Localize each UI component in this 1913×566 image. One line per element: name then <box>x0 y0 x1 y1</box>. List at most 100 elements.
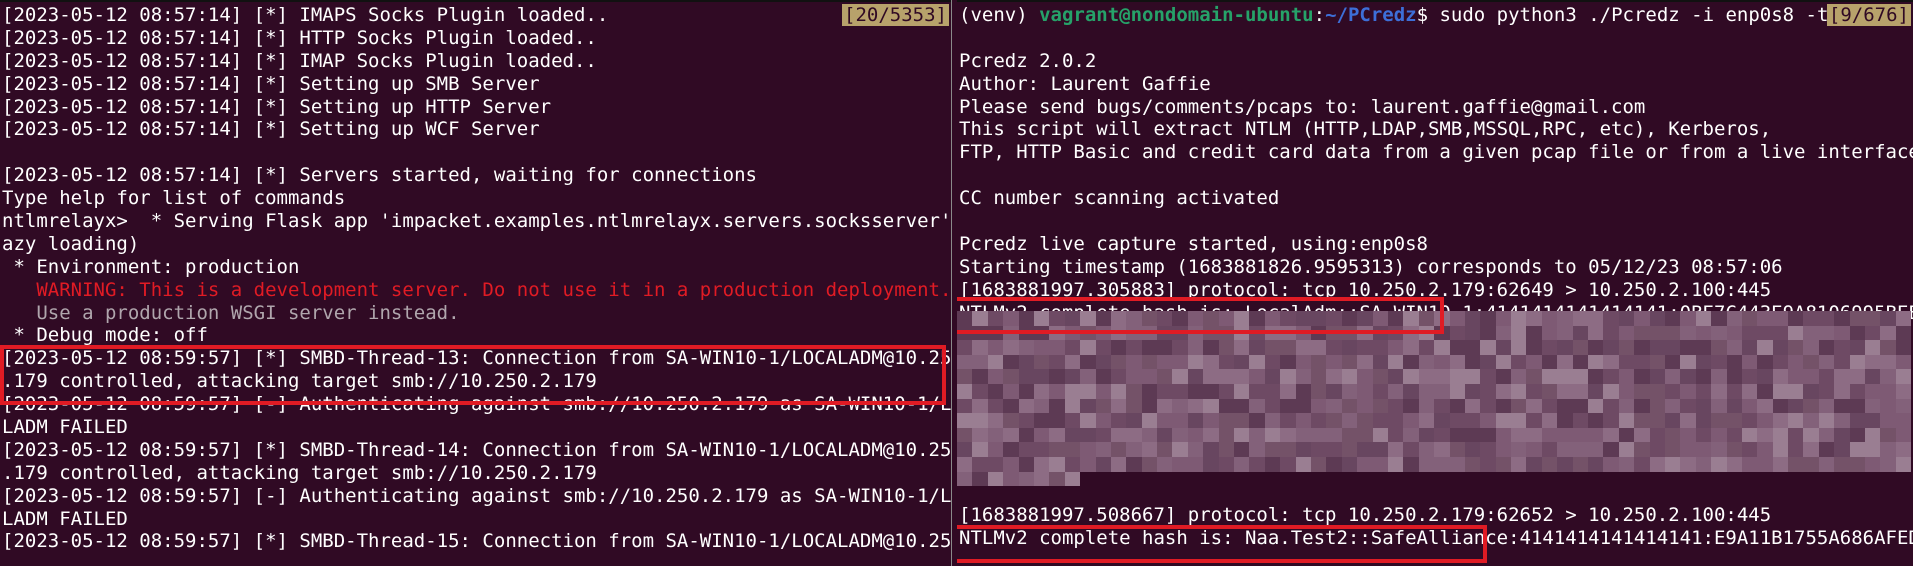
terminal-line: [2023-05-12 08:57:14] [*] Setting up HTT… <box>2 95 552 118</box>
redaction-pixel <box>1341 427 1358 443</box>
redaction-pixel <box>1341 442 1358 457</box>
redaction-pixel <box>1018 456 1034 472</box>
redaction-pixel <box>1511 383 1527 399</box>
redaction-pixel <box>1141 354 1158 370</box>
redaction-pixel <box>1403 340 1419 355</box>
redaction-pixel <box>1572 442 1589 457</box>
terminal-line: FTP, HTTP Basic and credit card data fro… <box>959 141 1913 164</box>
redaction-pixel <box>1711 340 1727 355</box>
redaction-pixel <box>1203 456 1219 472</box>
redaction-pixel <box>1680 398 1696 414</box>
redaction-pixel <box>1741 427 1758 443</box>
redaction-pixel <box>1064 354 1081 370</box>
redaction-pixel <box>1664 354 1681 370</box>
redaction-pixel <box>1741 311 1758 326</box>
redaction-pixel <box>1865 354 1881 370</box>
redaction-pixel <box>1680 442 1696 457</box>
redaction-pixel <box>1572 311 1589 326</box>
redaction-pixel <box>1264 456 1281 472</box>
redaction-pixel <box>1895 398 1912 414</box>
redaction-pixel <box>1434 456 1450 472</box>
redaction-pixel <box>1726 354 1742 370</box>
redaction-pixel <box>957 398 973 414</box>
highlight-box-localadm-hash <box>957 297 1444 334</box>
redaction-pixel <box>1664 456 1681 472</box>
redaction-pixel <box>1541 456 1558 472</box>
redaction-pixel <box>1880 369 1896 384</box>
redaction-pixel <box>972 340 988 355</box>
redaction-pixel <box>1695 442 1712 457</box>
redaction-pixel <box>1018 383 1034 399</box>
redaction-pixel <box>1711 456 1727 472</box>
redaction-pixel <box>987 354 1004 370</box>
redaction-pixel <box>1772 354 1789 370</box>
redaction-pixel <box>1695 311 1712 326</box>
redaction-pixel <box>1618 354 1635 370</box>
redaction-pixel <box>1865 383 1881 399</box>
redaction-pixel <box>1849 340 1866 355</box>
redaction-pixel <box>1157 369 1173 384</box>
redaction-pixel <box>1834 311 1850 326</box>
redaction-pixel <box>1464 340 1481 355</box>
redaction-pixel <box>1295 369 1311 384</box>
redaction-pixel <box>1480 325 1496 341</box>
redaction-pixel <box>1249 383 1265 399</box>
redaction-pixel <box>1110 369 1127 384</box>
redaction-pixel <box>1157 383 1173 399</box>
prompt-user-host: vagrant@nondomain-ubuntu <box>1039 4 1314 26</box>
redaction-pixel <box>1572 456 1589 472</box>
redaction-pixel <box>1741 456 1758 472</box>
redaction-pixel <box>1418 398 1435 414</box>
redaction-pixel <box>1110 413 1127 428</box>
redaction-pixel <box>1526 413 1542 428</box>
redaction-pixel <box>1403 383 1419 399</box>
redaction-pixel <box>1880 354 1896 370</box>
right-terminal-pane[interactable]: (venv) vagrant@nondomain-ubuntu:~/PCredz… <box>957 0 1913 566</box>
terminal-line: LADM FAILED <box>2 416 128 439</box>
redaction-pixel <box>1264 413 1281 428</box>
redaction-pixel <box>1033 354 1050 370</box>
redaction-pixel <box>1187 398 1204 414</box>
redaction-pixel <box>1418 413 1435 428</box>
redaction-pixel <box>1033 369 1050 384</box>
redaction-pixel <box>1157 413 1173 428</box>
redaction-pixel <box>1141 413 1158 428</box>
terminal-line: [2023-05-12 08:57:14] [*] Servers starte… <box>2 164 757 187</box>
redaction-pixel <box>1511 442 1527 457</box>
terminal-line: Pcredz live capture started, using:enp0s… <box>959 232 1428 255</box>
redaction-pixel <box>1818 383 1835 399</box>
redaction-pixel <box>987 369 1004 384</box>
redaction-row <box>957 383 1913 399</box>
redaction-pixel <box>1341 369 1358 384</box>
redaction-pixel <box>1618 340 1635 355</box>
redaction-pixel <box>1418 354 1435 370</box>
redaction-pixel <box>1541 354 1558 370</box>
redaction-pixel <box>1618 413 1635 428</box>
redaction-pixel <box>1572 427 1589 443</box>
redaction-pixel <box>1326 398 1342 414</box>
redaction-pixel <box>1172 427 1188 443</box>
redaction-pixel <box>1634 325 1650 341</box>
redaction-pixel <box>1249 340 1265 355</box>
redaction-pixel <box>1495 413 1512 428</box>
redaction-pixel <box>1449 340 1465 355</box>
redaction-pixel <box>1387 427 1404 443</box>
redaction-pixel <box>1865 325 1881 341</box>
redaction-pixel <box>1757 427 1773 443</box>
redaction-pixel <box>1387 413 1404 428</box>
redaction-pixel <box>1172 398 1188 414</box>
redaction-pixel <box>1249 456 1265 472</box>
redaction-pixel <box>1264 442 1281 457</box>
redaction-pixel <box>1711 383 1727 399</box>
right-terminal-output: (venv) vagrant@nondomain-ubuntu:~/PCredz… <box>959 4 1913 324</box>
left-terminal-pane[interactable]: [2023-05-12 08:57:14] [*] IMAPS Socks Pl… <box>0 0 951 566</box>
redaction-pixel <box>1357 442 1373 457</box>
redaction-pixel <box>1741 325 1758 341</box>
redaction-pixel <box>1695 456 1712 472</box>
redaction-pixel <box>1018 398 1034 414</box>
redaction-pixel <box>1880 442 1896 457</box>
redaction-pixel <box>1172 369 1188 384</box>
redaction-pixel <box>972 442 988 457</box>
redaction-pixel <box>1064 427 1081 443</box>
redaction-pixel <box>1588 311 1604 326</box>
